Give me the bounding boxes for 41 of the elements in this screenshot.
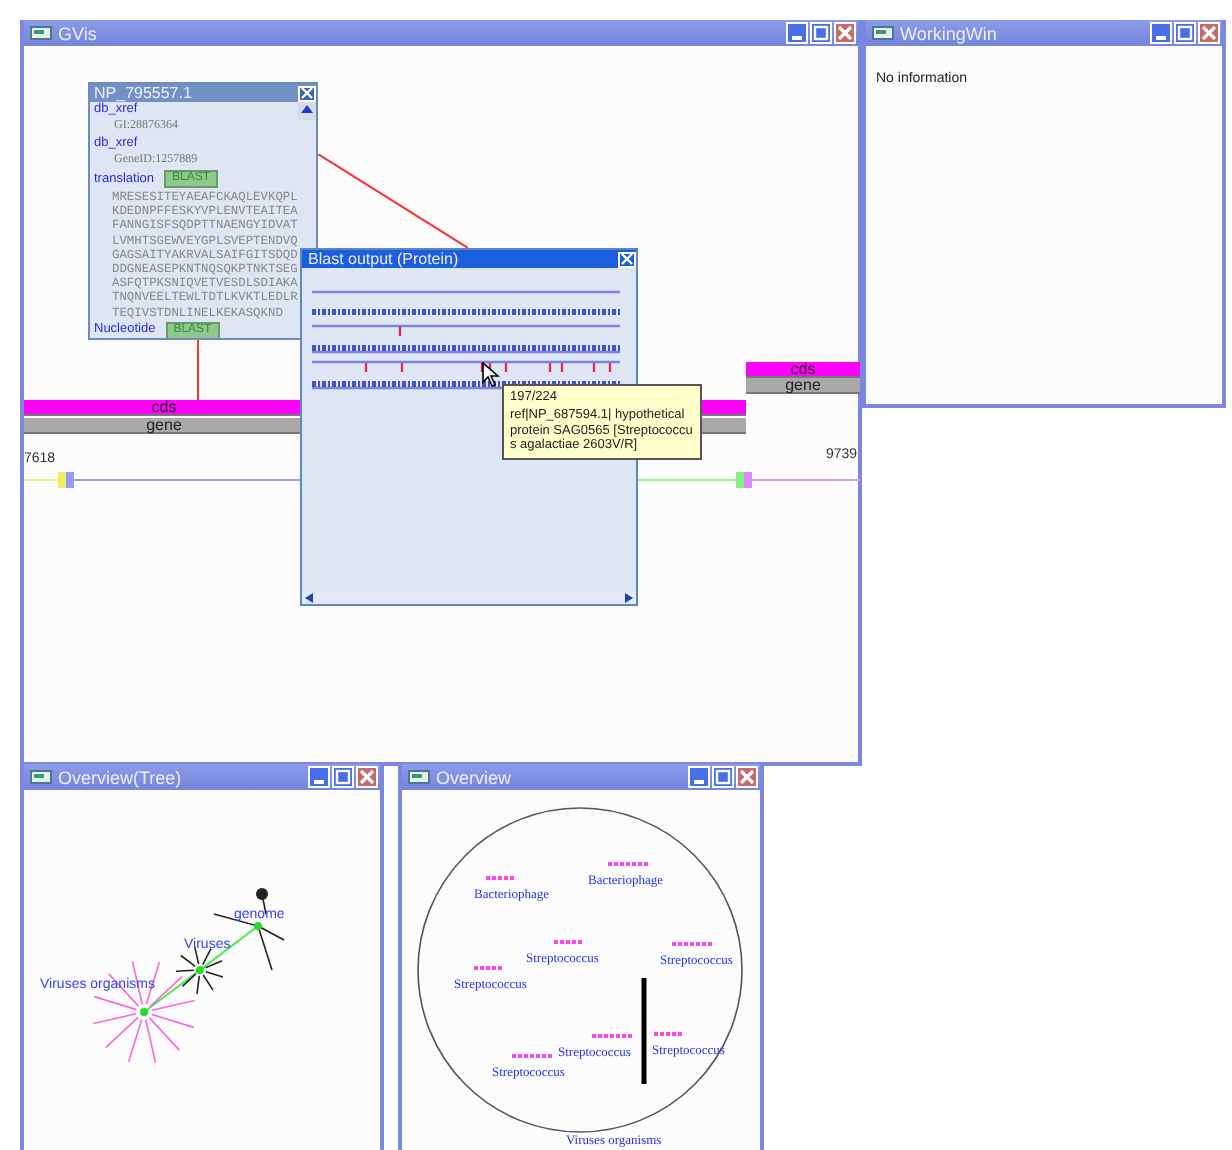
scroll-left-icon <box>304 592 314 604</box>
close-button[interactable] <box>618 251 636 267</box>
close-button[interactable] <box>298 85 316 101</box>
close-button[interactable] <box>1198 22 1220 44</box>
window-icon <box>408 770 430 784</box>
close-icon <box>738 768 756 786</box>
window-icon <box>30 770 52 784</box>
maximize-icon <box>714 768 732 786</box>
minimize-button[interactable] <box>308 766 330 788</box>
maximize-icon <box>334 768 352 786</box>
minimize-button[interactable] <box>1150 22 1172 44</box>
maximize-button[interactable] <box>332 766 354 788</box>
scroll-right-icon <box>624 592 634 604</box>
close-button[interactable] <box>356 766 378 788</box>
maximize-button[interactable] <box>712 766 734 788</box>
close-icon <box>300 86 314 100</box>
maximize-icon <box>812 24 830 42</box>
minimize-button[interactable] <box>688 766 710 788</box>
popup-title: NP_795557.1 <box>94 84 192 102</box>
maximize-button[interactable] <box>810 22 832 44</box>
close-button[interactable] <box>736 766 758 788</box>
close-icon <box>1200 24 1218 42</box>
close-button[interactable] <box>834 22 856 44</box>
close-icon <box>836 24 854 42</box>
scrollbar[interactable] <box>298 102 316 120</box>
window-icon <box>30 26 52 40</box>
minimize-button[interactable] <box>786 22 808 44</box>
close-icon <box>358 768 376 786</box>
maximize-button[interactable] <box>1174 22 1196 44</box>
blast-title: Blast output (Protein) <box>308 250 459 268</box>
cds-track: cds <box>746 362 860 378</box>
mouse-cursor-icon <box>482 362 500 388</box>
scrollbar[interactable] <box>302 592 636 604</box>
window-title: WorkingWin <box>900 23 999 43</box>
window-title: Overview <box>436 767 514 787</box>
window-title: GVis <box>58 23 99 43</box>
window-title: Overview(Tree) <box>58 767 184 787</box>
window-icon <box>872 26 894 40</box>
maximize-icon <box>1176 24 1194 42</box>
close-icon <box>620 252 634 266</box>
gene-track: gene <box>746 378 860 394</box>
